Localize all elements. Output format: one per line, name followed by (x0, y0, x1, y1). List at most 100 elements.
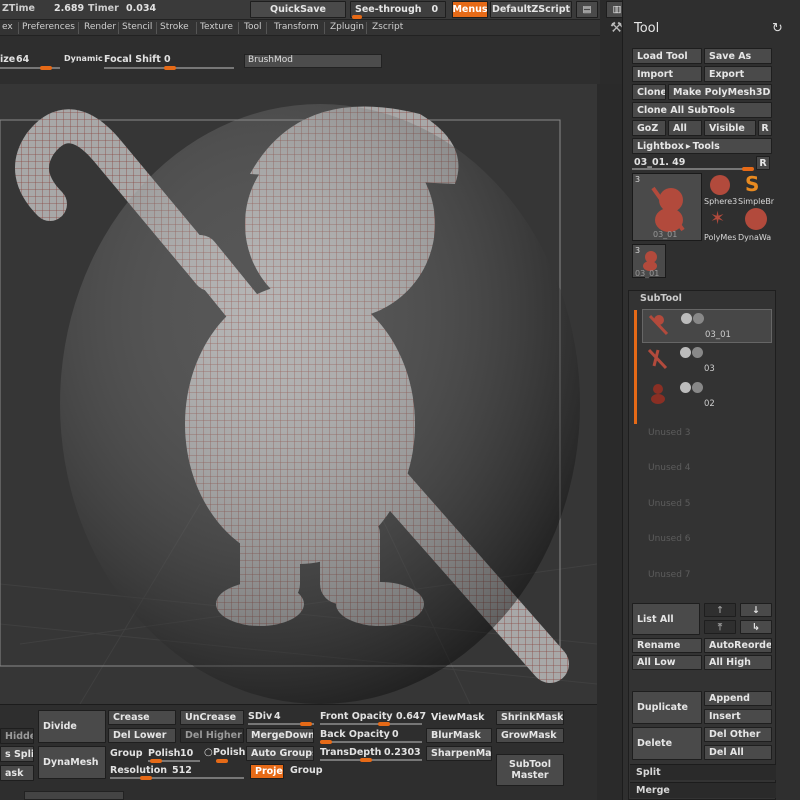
load-tool-button[interactable]: Load Tool (632, 48, 702, 64)
all-high-button[interactable]: All High (704, 655, 772, 670)
subtool-scrollbar[interactable] (634, 310, 637, 424)
del-lower-button[interactable]: Del Lower (108, 728, 176, 743)
make-polymesh-button[interactable]: Make PolyMesh3D (668, 84, 772, 100)
crease-button[interactable]: Crease (108, 710, 176, 725)
menu-item-render[interactable]: Render (84, 22, 116, 32)
growmask-button[interactable]: GrowMask (496, 728, 564, 743)
mask-button[interactable]: ask (0, 765, 34, 781)
polish-radio-icon[interactable]: ○ (204, 747, 213, 758)
goz-button[interactable]: GoZ (632, 120, 666, 136)
rename-button[interactable]: Rename (632, 638, 702, 653)
brushmod-field[interactable]: BrushMod (244, 54, 382, 68)
menu-item-zplugin[interactable]: Zplugin (330, 22, 364, 32)
move-top-icon[interactable]: ⤒ (704, 620, 736, 634)
seethrough-knob[interactable] (352, 15, 362, 19)
viewmask-button[interactable]: ViewMask (426, 710, 492, 725)
dynamic-toggle[interactable]: Dynamic (64, 54, 103, 63)
merge-section-header[interactable]: Merge (630, 782, 776, 798)
solo-icon[interactable] (692, 347, 703, 358)
clone-button[interactable]: Clone (632, 84, 666, 100)
blurmask-button[interactable]: BlurMask (426, 728, 492, 743)
goz-visible-button[interactable]: Visible (704, 120, 756, 136)
draw-size-knob[interactable] (40, 66, 52, 70)
tool-slider[interactable] (632, 168, 752, 170)
insert-button[interactable]: Insert (704, 709, 772, 724)
clone-all-subtools-button[interactable]: Clone All SubTools (632, 102, 772, 118)
subtool-row[interactable]: 03 (642, 344, 772, 378)
tool-pin-icon[interactable]: ⚒ (610, 20, 623, 36)
resolution-slider[interactable] (110, 777, 244, 779)
unused-slot[interactable]: Unused 6 (648, 534, 691, 544)
move-down-icon[interactable]: ↓ (740, 603, 772, 617)
list-all-button[interactable]: List All (632, 603, 700, 635)
polish-toggle[interactable]: Polish (213, 747, 245, 758)
menu-item-transform[interactable]: Transform (274, 22, 319, 32)
seethrough-slider[interactable]: See-through 0 (350, 1, 446, 18)
mergedown-button[interactable]: MergeDown (246, 728, 314, 743)
hidden-button[interactable]: Hidden (0, 728, 34, 744)
duplicate-button[interactable]: Duplicate (632, 691, 702, 724)
focal-shift-knob[interactable] (164, 66, 176, 70)
sdiv-knob[interactable] (300, 722, 312, 726)
subtool-row-active[interactable]: 03_01 (642, 309, 772, 343)
auto-groups-button[interactable]: Auto Groups (246, 746, 314, 761)
transdepth-knob[interactable] (360, 758, 372, 762)
polymesh-icon[interactable]: ✶ (710, 208, 725, 229)
back-opacity-knob[interactable] (320, 740, 332, 744)
del-all-button[interactable]: Del All (704, 745, 772, 760)
layout-toggle-icon[interactable]: ▤ (576, 1, 598, 18)
front-opacity-slider[interactable] (320, 723, 422, 725)
group-toggle-2[interactable]: Group (290, 765, 323, 776)
del-other-button[interactable]: Del Other (704, 727, 772, 742)
current-tool-thumb[interactable]: 3 03_01 (632, 173, 702, 241)
save-as-button[interactable]: Save As (704, 48, 772, 64)
default-zscript-button[interactable]: DefaultZScript (490, 1, 572, 18)
append-button[interactable]: Append (704, 691, 772, 706)
solo-icon[interactable] (693, 313, 704, 324)
solo-icon[interactable] (692, 382, 703, 393)
export-button[interactable]: Export (704, 66, 772, 82)
delete-button[interactable]: Delete (632, 727, 702, 760)
subtool-master-button[interactable]: SubTool Master (496, 754, 564, 786)
polish-knob[interactable] (150, 759, 162, 763)
panel-splitter[interactable] (597, 84, 622, 800)
resolution-knob[interactable] (140, 776, 152, 780)
shrinkmask-button[interactable]: ShrinkMask (496, 710, 564, 725)
sphere3-icon[interactable] (710, 175, 730, 195)
simplebrush-icon[interactable]: S (745, 172, 759, 196)
small-tool-thumb[interactable]: 3 03_01 (632, 244, 666, 278)
back-opacity-slider[interactable] (320, 741, 422, 743)
menu-item-stencil[interactable]: Stencil (122, 22, 152, 32)
subtool-row[interactable]: 02 (642, 379, 772, 413)
menu-item-zscript[interactable]: Zscript (372, 22, 403, 32)
dynamesh-button[interactable]: DynaMesh (38, 746, 106, 779)
dynawax-icon[interactable] (745, 208, 767, 230)
project-button[interactable]: Proje (250, 764, 284, 779)
visibility-icon[interactable] (680, 347, 691, 358)
reset-icon[interactable]: ↻ (772, 21, 783, 36)
tool-r-button[interactable]: R (756, 156, 770, 170)
lightbox-tools-button[interactable]: Lightbox ▸ Tools (632, 138, 772, 154)
sharpenmask-button[interactable]: SharpenMask (426, 746, 492, 761)
unused-slot[interactable]: Unused 7 (648, 570, 691, 580)
groups-split-button[interactable]: s Split (0, 746, 34, 762)
menu-item-stroke[interactable]: Stroke (160, 22, 189, 32)
merge-down-arrow-icon[interactable]: ↳ (740, 620, 772, 634)
del-higher-button[interactable]: Del Higher (180, 728, 244, 743)
menus-button[interactable]: Menus (452, 1, 488, 18)
uncrease-button[interactable]: UnCrease (180, 710, 244, 725)
unused-slot[interactable]: Unused 3 (648, 428, 691, 438)
front-opacity-knob[interactable] (378, 722, 390, 726)
menu-item-preferences[interactable]: Preferences (22, 22, 75, 32)
split-section-header[interactable]: Split (630, 764, 776, 780)
polish-toggle-knob[interactable] (216, 759, 228, 763)
unused-slot[interactable]: Unused 4 (648, 463, 691, 473)
menu-item-texture[interactable]: Texture (200, 22, 233, 32)
move-up-icon[interactable]: ↑ (704, 603, 736, 617)
group-toggle[interactable]: Group (110, 748, 143, 759)
viewport-canvas[interactable] (0, 84, 597, 704)
visibility-icon[interactable] (680, 382, 691, 393)
autoreorder-button[interactable]: AutoReorder (704, 638, 772, 653)
visibility-icon[interactable] (681, 313, 692, 324)
all-low-button[interactable]: All Low (632, 655, 702, 670)
